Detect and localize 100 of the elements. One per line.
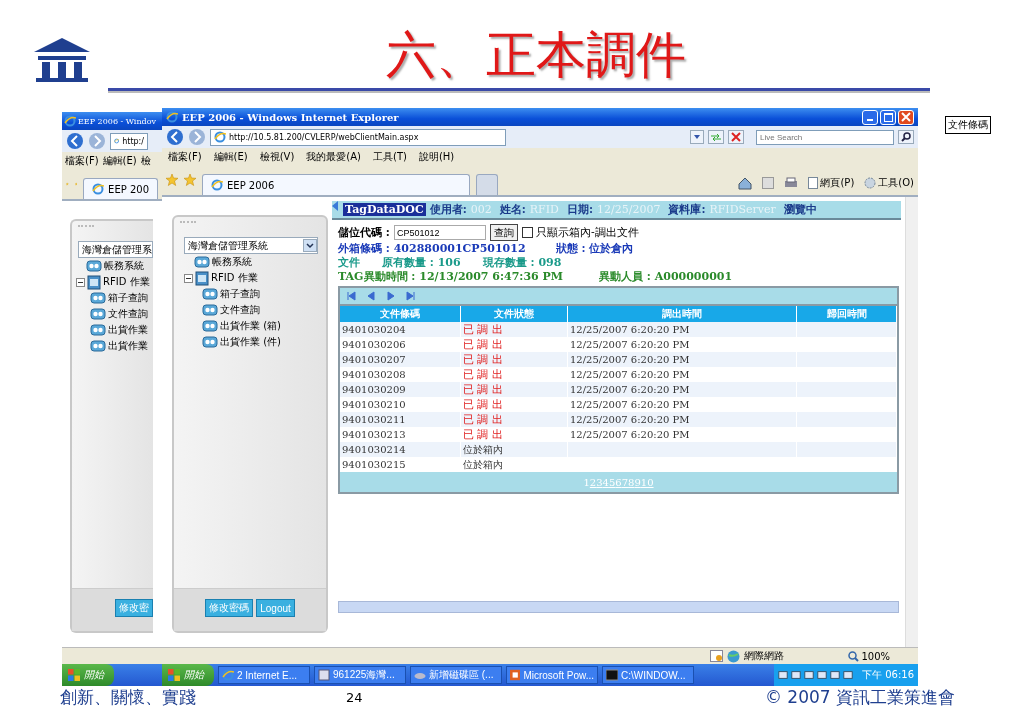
field-label: 儲位代碼 : [338,225,390,240]
info-text: 文件 [338,255,360,269]
checkbox[interactable] [521,227,533,238]
tree-item[interactable]: 出貨作業 (件) [220,335,281,349]
tray-icon[interactable] [791,669,801,681]
mode-label: 瀏覽中 [783,202,817,217]
taskbar-button[interactable]: C:\WINDOW... [602,666,694,684]
zoom-control[interactable]: 100% [848,650,890,662]
tray-icon[interactable] [778,669,788,681]
info-text: 現存數量 : 098 [482,255,562,269]
menu-item[interactable]: 編輯(E) [102,153,137,168]
table-cell: 已 調 出 [460,397,568,412]
zone-label: 網際網路 [744,649,785,663]
table-cell: 已 調 出 [460,367,568,382]
glasses-icon [202,303,218,317]
menu-item[interactable]: 說明(H) [418,149,455,164]
globe-icon [727,649,741,663]
tree-item[interactable]: 出貨作業 (箱) [220,319,281,333]
table-cell: 12/25/2007 6:20:20 PM [567,397,797,412]
table-cell: 9401030213 [340,427,461,442]
table-cell: 9401030206 [340,337,461,352]
search-icon[interactable] [898,130,914,144]
tools-menu[interactable]: 工具(O) [864,176,914,190]
window-title: EEP 2006 - Windov [78,116,156,126]
page-menu[interactable]: 網頁(P) [808,176,855,190]
field-value: 002 [470,203,492,216]
address-field[interactable]: http:/ [110,132,148,150]
horizontal-scrollbar[interactable] [338,601,899,613]
tree-item[interactable]: 出貨作業 [108,339,148,353]
first-page-icon[interactable] [346,291,356,301]
taskbar-button[interactable]: 新增磁碟區 (... [410,666,502,684]
tree-item[interactable]: 文件查詢 [220,303,260,317]
collapse-icon[interactable] [76,277,85,287]
taskbar-button[interactable]: 961225海灣... [314,666,406,684]
refresh-icon[interactable] [708,130,724,144]
info-text: TAG異動時間 : 12/13/2007 6:47:36 PM [338,269,563,283]
info-text: 外箱條碼 : 402880001CP501012 [338,241,526,255]
page-icon [114,135,120,147]
tree-item[interactable]: 箱子查詢 [108,291,148,305]
glasses-icon [202,287,218,301]
feed-icon[interactable] [762,177,775,189]
folder-icon [195,270,209,286]
query-button[interactable]: 查詢 [489,224,518,241]
stop-icon[interactable] [728,130,744,144]
menu-item[interactable]: 檢 [140,153,151,168]
menu-item[interactable]: 工具(T) [373,149,407,164]
window-title: EEP 2006 - Windows Internet Explorer [182,111,399,123]
browser-icon [64,115,76,127]
tree-item[interactable]: 帳務系統 [104,259,144,273]
form-title: TagDataDOC [343,203,426,216]
menu-item[interactable]: 檔案(F) [168,149,202,164]
table-cell: 已 調 出 [460,337,568,352]
tree-item[interactable]: 箱子查詢 [220,287,260,301]
address-field[interactable]: http://10.5.81.200/CVLERP/webClientMain.aspx [210,128,506,146]
taskbar-button[interactable]: Microsoft Pow... [506,666,598,684]
table-cell: 已 調 出 [460,427,568,442]
back-icon[interactable] [66,132,84,150]
dropdown-icon[interactable] [303,239,317,252]
page-icon [808,177,819,189]
tree-item[interactable]: 帳務系統 [212,255,252,269]
printer-icon[interactable] [784,177,799,189]
minimize-button[interactable] [862,109,878,125]
info-text: 異動人員 : A000000001 [599,269,733,283]
next-icon[interactable] [386,291,396,301]
menu-item[interactable]: 檔案(F) [65,153,99,168]
folder-icon [87,274,101,290]
back-icon[interactable] [166,128,184,146]
tray-icon[interactable] [804,669,814,681]
collapse-icon[interactable] [184,273,193,283]
menu-item[interactable]: 檢視(V) [259,149,295,164]
dropdown-icon[interactable] [690,130,704,144]
browser-tab[interactable]: EEP 2006 [202,174,470,195]
table-cell: 12/25/2007 6:20:20 PM [567,337,797,352]
menu-item[interactable]: 編輯(E) [213,149,248,164]
glasses-icon [90,307,106,321]
last-page-icon[interactable] [406,291,416,301]
tree-item[interactable]: RFID 作業 [211,271,258,285]
footer-motto: 創新、關懷、實踐 [60,685,196,708]
table-cell: 12/25/2007 6:20:20 PM [567,322,797,337]
info-text: 原有數量 : 106 [382,255,461,269]
table-cell: 已 調 出 [460,412,568,427]
home-icon[interactable] [738,176,753,190]
slide-title: 六、正本調件 [386,30,686,80]
menu-item[interactable]: 我的最愛(A) [306,149,361,164]
tree-item[interactable]: 文件查詢 [108,307,148,321]
tray-icon[interactable] [843,669,853,681]
tray-icon[interactable] [817,669,827,681]
tree-item[interactable]: RFID 作業 [103,275,150,289]
tree-select[interactable]: 海灣倉儲管理系 [78,241,153,258]
taskbar-button[interactable]: 2 Internet E... [218,666,310,684]
glasses-icon [90,291,106,305]
tree-select[interactable]: 海灣倉儲管理系統 [184,237,318,254]
maximize-button[interactable] [880,109,896,125]
tree-item[interactable]: 出貨作業 [108,323,148,337]
search-field[interactable]: Live Search [756,129,894,145]
tray-icon[interactable] [830,669,840,681]
location-field[interactable]: CP501012 [393,225,486,240]
browser-tab[interactable]: EEP 200 [83,178,158,199]
previous-icon[interactable] [366,291,376,301]
windows-icon [168,669,180,681]
